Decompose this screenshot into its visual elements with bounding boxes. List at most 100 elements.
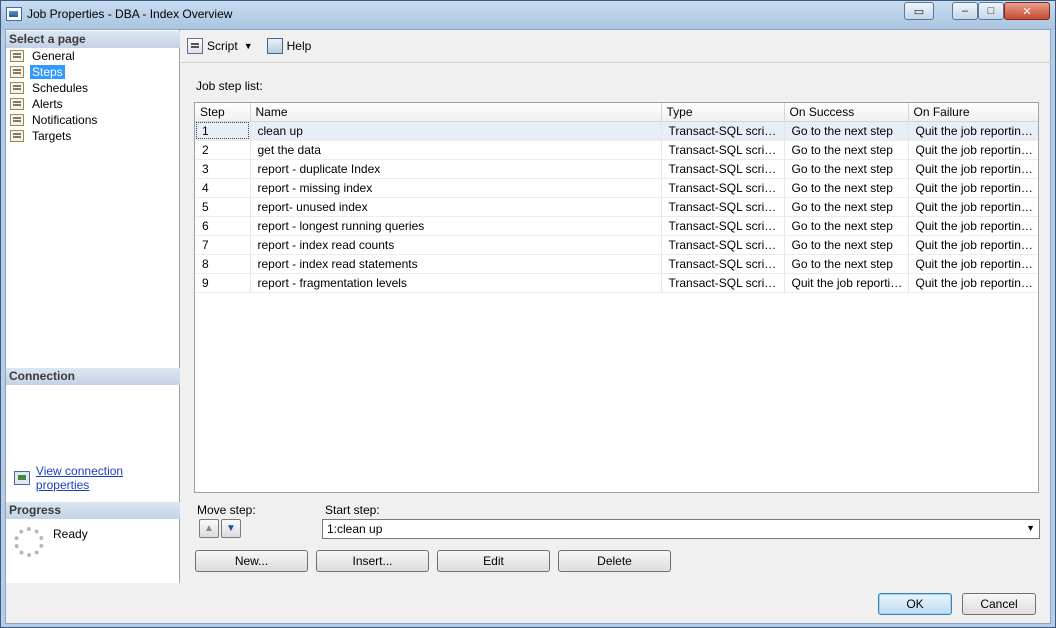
step-cell: 2 [195,140,251,160]
table-row[interactable]: 8 report - index read statements Transac… [195,254,1038,274]
on-failure-cell: Quit the job reporting f... [908,254,1038,274]
name-cell: report - longest running queries [250,216,662,236]
table-row[interactable]: 6 report - longest running queries Trans… [195,216,1038,236]
script-button[interactable]: Script ▼ [187,38,257,54]
table-row[interactable]: 3 report - duplicate Index Transact-SQL … [195,159,1038,179]
script-icon [187,38,203,54]
name-cell: get the data [250,140,662,160]
page-item-steps[interactable]: Steps [10,64,99,80]
view-connection-link[interactable]: View connection properties [36,464,179,492]
name-cell: report- unused index [250,197,662,217]
name-cell: report - missing index [250,178,662,198]
page-item-label: Notifications [32,113,98,127]
on-failure-cell: Quit the job reporting f... [908,140,1038,160]
name-cell: report - index read counts [250,235,662,255]
move-step-up-button[interactable]: ▲ [199,519,219,538]
page-item-general[interactable]: General [10,48,99,64]
script-dropdown-icon[interactable]: ▼ [244,41,253,51]
on-failure-cell: Quit the job reporting f... [908,216,1038,236]
help-button[interactable]: Help [266,38,311,54]
start-step-select[interactable]: 1:clean up ▼ [322,519,1040,539]
page-item-notifications[interactable]: Notifications [10,112,99,128]
connection-header: Connection [6,368,180,385]
step-cell: 4 [195,178,251,198]
column-header-name[interactable]: Name [250,103,662,122]
page-item-label: Targets [32,129,72,143]
on-success-cell: Go to the next step [784,121,909,141]
minimize-button[interactable]: – [952,2,978,20]
connection-icon [14,471,30,485]
type-cell: Transact-SQL script (... [661,140,785,160]
page-item-targets[interactable]: Targets [10,128,99,144]
arrow-up-icon: ▲ [204,523,214,534]
table-row[interactable]: 4 report - missing index Transact-SQL sc… [195,178,1038,198]
page-icon [10,98,24,110]
view-connection-properties[interactable]: View connection properties [14,464,179,492]
type-cell: Transact-SQL script (... [661,178,785,198]
table-row[interactable]: 9 report - fragmentation levels Transact… [195,273,1038,293]
type-cell: Transact-SQL script (... [661,159,785,179]
table-row[interactable]: 7 report - index read counts Transact-SQ… [195,235,1038,255]
table-row[interactable]: 1 clean up Transact-SQL script (... Go t… [195,121,1038,141]
on-failure-cell: Quit the job reporting f... [908,197,1038,217]
page-item-schedules[interactable]: Schedules [10,80,99,96]
new-step-button[interactable]: New... [195,550,308,572]
job-properties-window: Job Properties - DBA - Index Overview ▭ … [0,0,1056,628]
step-cell: 8 [195,254,251,274]
table-row[interactable]: 2 get the data Transact-SQL script (... … [195,140,1038,160]
move-step-label: Move step: [197,503,256,517]
name-cell: report - duplicate Index [250,159,662,179]
column-header-on-failure[interactable]: On Failure [908,103,1038,122]
on-success-cell: Go to the next step [784,216,909,236]
move-step-down-button[interactable]: ▼ [221,519,241,538]
chevron-down-icon[interactable]: ▼ [1026,523,1035,533]
app-icon [6,7,22,21]
restore-layout-icon[interactable]: ▭ [904,2,934,20]
type-cell: Transact-SQL script (... [661,216,785,236]
page-icon [10,82,24,94]
step-cell: 5 [195,197,251,217]
ok-button[interactable]: OK [878,593,952,615]
job-step-list-label: Job step list: [196,79,263,93]
table-header-row: Step Name Type On Success On Failure [195,103,1038,122]
insert-step-button[interactable]: Insert... [316,550,429,572]
step-cell: 7 [195,235,251,255]
start-step-label: Start step: [325,503,380,517]
start-step-value: 1:clean up [327,522,383,536]
step-cell: 9 [195,273,251,293]
progress-spinner-icon [14,527,44,557]
delete-step-button[interactable]: Delete [558,550,671,572]
page-item-label: Steps [30,65,65,79]
name-cell: report - fragmentation levels [250,273,662,293]
left-pane: Select a page General Steps Schedules Al… [6,30,180,583]
page-icon [10,66,24,78]
page-icon [10,114,24,126]
column-header-on-success[interactable]: On Success [784,103,909,122]
close-button[interactable]: ✕ [1004,2,1050,20]
column-header-step[interactable]: Step [195,103,251,122]
arrow-down-icon: ▼ [226,523,236,534]
job-step-grid[interactable]: Step Name Type On Success On Failure 1 c… [194,102,1039,493]
on-success-cell: Go to the next step [784,178,909,198]
on-success-cell: Go to the next step [784,254,909,274]
step-cell: 1 [195,121,251,141]
select-page-header: Select a page [6,31,180,48]
on-failure-cell: Quit the job reporting f... [908,235,1038,255]
page-item-label: Schedules [32,81,89,95]
page-item-alerts[interactable]: Alerts [10,96,99,112]
job-step-table: Step Name Type On Success On Failure 1 c… [195,103,1038,293]
on-failure-cell: Quit the job reporting f... [908,178,1038,198]
on-failure-cell: Quit the job reporting f... [908,273,1038,293]
type-cell: Transact-SQL script (... [661,121,785,141]
cancel-button[interactable]: Cancel [962,593,1036,615]
dialog-client-area: Select a page General Steps Schedules Al… [5,29,1052,624]
maximize-button[interactable]: □ [978,2,1004,20]
step-cell: 6 [195,216,251,236]
column-header-type[interactable]: Type [661,103,785,122]
edit-step-button[interactable]: Edit [437,550,550,572]
type-cell: Transact-SQL script (... [661,273,785,293]
on-success-cell: Go to the next step [784,140,909,160]
step-cell: 3 [195,159,251,179]
help-icon [266,38,283,54]
table-row[interactable]: 5 report- unused index Transact-SQL scri… [195,197,1038,217]
